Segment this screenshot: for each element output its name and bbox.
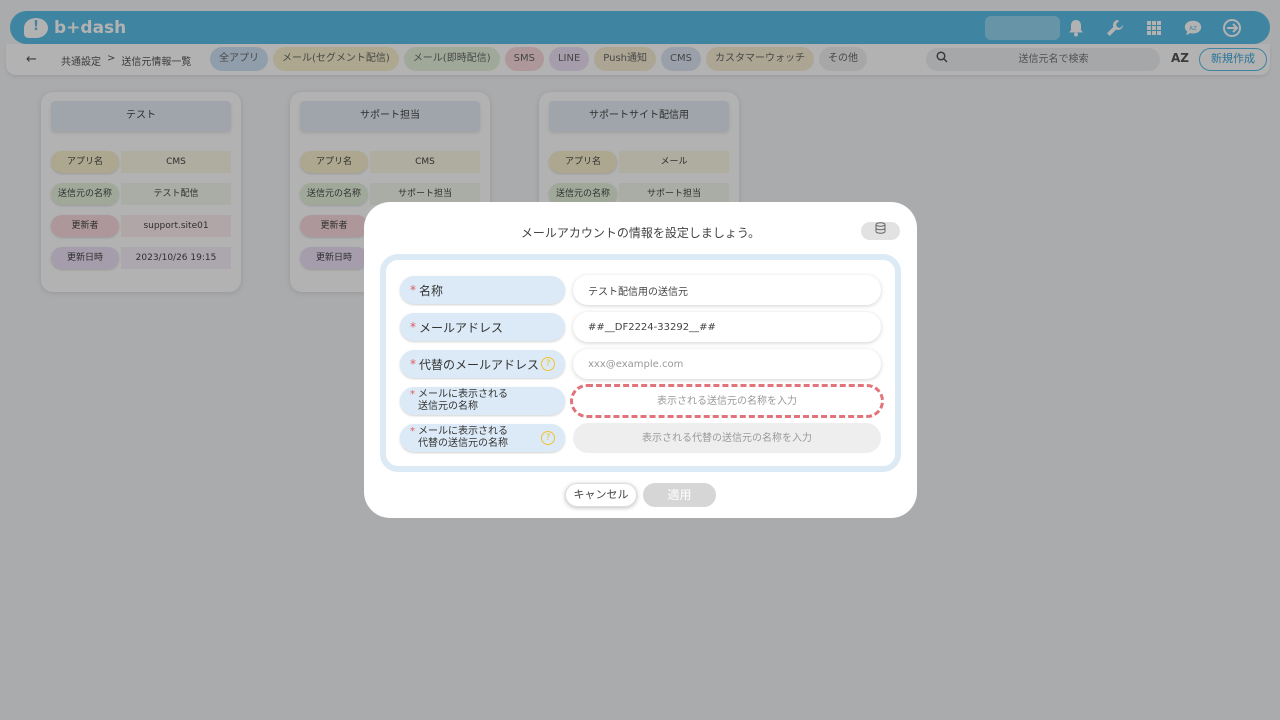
field-email: * メールアドレス [400,312,884,342]
field-display-sender-name-label: * メールに表示される 送信元の名称 [400,387,565,415]
email-input[interactable] [573,312,881,342]
cancel-button[interactable]: キャンセル [565,483,637,507]
field-alt-email: * 代替のメールアドレス ? [400,349,884,379]
name-input[interactable] [573,275,881,305]
database-button[interactable] [861,222,900,240]
apply-button[interactable]: 適用 [643,483,716,507]
field-name-label: * 名称 [400,276,565,304]
modal-title: メールアカウントの情報を設定しましょう。 [520,226,761,240]
field-alt-display-sender-name: * メールに表示される 代替の送信元の名称 ? [400,423,884,453]
mail-account-modal: メールアカウントの情報を設定しましょう。 *名称 *メールアドレス *代替のメー… [364,202,917,518]
form-frame: *名称 *メールアドレス *代替のメールアドレス ? *メールに表示される送信元… [380,254,901,472]
help-icon[interactable]: ? [541,357,555,371]
field-display-sender-name: * メールに表示される 送信元の名称 [400,384,884,418]
display-sender-name-input[interactable] [570,384,884,418]
field-alt-email-label: * 代替のメールアドレス ? [400,350,565,378]
field-name: * 名称 [400,275,884,305]
field-email-label: * メールアドレス [400,313,565,341]
alt-email-input[interactable] [573,349,881,379]
database-icon [875,222,886,237]
alt-display-sender-name-input[interactable] [573,423,881,453]
help-icon[interactable]: ? [541,431,555,445]
field-alt-display-sender-name-label: * メールに表示される 代替の送信元の名称 ? [400,424,565,452]
